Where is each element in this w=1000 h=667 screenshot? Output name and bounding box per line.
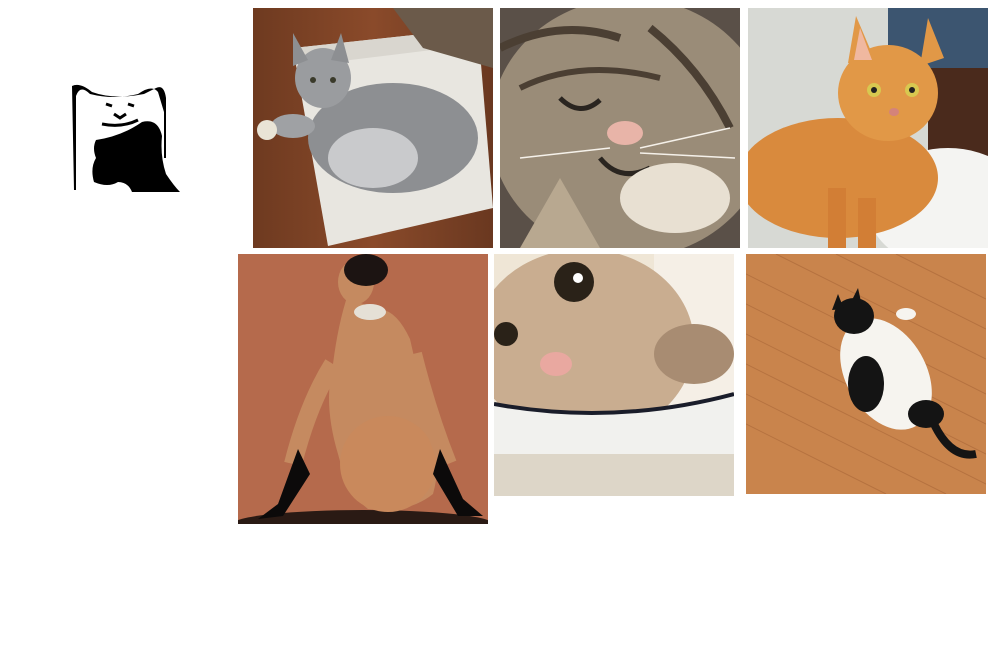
cat-in-bowl-photo[interactable]: [494, 254, 734, 496]
cat-logo-icon[interactable]: [62, 78, 184, 200]
sleeping-kitten-photo[interactable]: [500, 8, 740, 248]
orange-cat-photo[interactable]: [748, 8, 988, 248]
grey-cat-in-box-photo[interactable]: [253, 8, 493, 248]
black-white-cat-photo[interactable]: [746, 254, 986, 494]
woman-gloves-photo[interactable]: [238, 254, 488, 524]
page: [0, 0, 1000, 667]
